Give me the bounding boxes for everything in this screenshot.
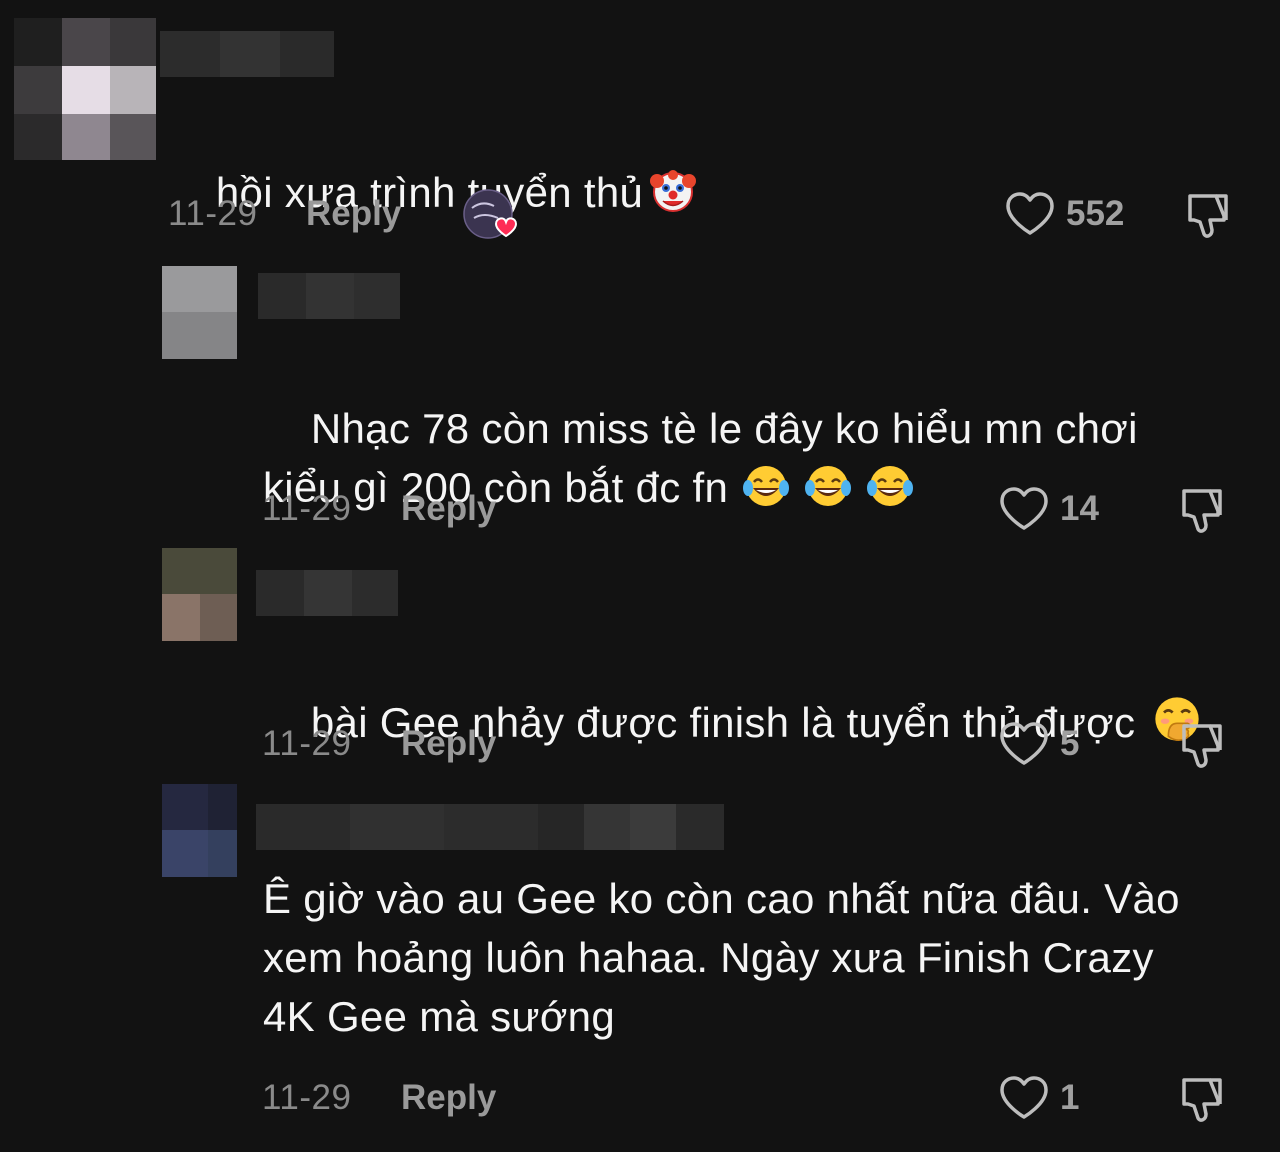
avatar[interactable] (14, 18, 156, 160)
heart-outline-icon (1006, 192, 1054, 235)
comment-meta: 11-29 (262, 1073, 351, 1123)
dislike-icon[interactable] (1182, 190, 1234, 242)
comment-meta: 11-29 (262, 484, 351, 534)
heart-outline-icon (1000, 722, 1048, 765)
reply-wrap: Reply (306, 189, 401, 239)
like-button[interactable]: 552 (1004, 189, 1124, 239)
reply-wrap: Reply (401, 1073, 496, 1123)
like-count: 1 (1060, 1078, 1080, 1117)
comment-date: 11-29 (262, 1078, 352, 1117)
username-blurred[interactable] (160, 31, 334, 77)
like-button[interactable]: 14 (998, 484, 1099, 534)
avatar[interactable] (162, 548, 237, 641)
reply-button[interactable]: Reply (401, 489, 496, 529)
dislike-icon[interactable] (1176, 720, 1228, 772)
tears-of-joy-emoji (805, 466, 852, 506)
username-blurred[interactable] (256, 804, 724, 850)
reply-button[interactable]: Reply (401, 724, 496, 764)
clown-face-emoji (650, 170, 697, 212)
reply-button[interactable]: Reply (306, 194, 401, 234)
reply-wrap: Reply (401, 719, 496, 769)
comment-text: Nhạc 78 còn miss tè le đây ko hiểu mn ch… (263, 405, 1138, 511)
heart-outline-icon (1000, 487, 1048, 530)
username-blurred[interactable] (256, 570, 398, 616)
tears-of-joy-emoji (867, 466, 914, 506)
comment-date: 11-29 (168, 194, 258, 233)
avatar[interactable] (162, 266, 237, 359)
like-button[interactable]: 5 (998, 719, 1079, 769)
avatar[interactable] (162, 784, 237, 877)
comment-date: 11-29 (262, 489, 352, 528)
dislike-icon[interactable] (1176, 485, 1228, 537)
reply-button[interactable]: Reply (401, 1078, 496, 1118)
like-count: 5 (1060, 724, 1080, 763)
comment-meta: 11-29 (168, 189, 257, 239)
comment-thread: hồi xưa trình tuyển thủ 11-29 Reply 552 (0, 0, 1280, 1152)
comment-date: 11-29 (262, 724, 352, 763)
creator-liked-badge (463, 189, 518, 239)
like-button[interactable]: 1 (998, 1073, 1079, 1123)
reply-wrap: Reply (401, 484, 496, 534)
like-count: 552 (1066, 194, 1125, 233)
comment-meta: 11-29 (262, 719, 351, 769)
tears-of-joy-emoji (743, 466, 790, 506)
username-blurred[interactable] (258, 273, 400, 319)
like-count: 14 (1060, 489, 1099, 528)
dislike-icon[interactable] (1176, 1074, 1228, 1126)
heart-outline-icon (1000, 1076, 1048, 1119)
comment-text: Ê giờ vào au Gee ko còn cao nhất nữa đâu… (263, 875, 1180, 1040)
